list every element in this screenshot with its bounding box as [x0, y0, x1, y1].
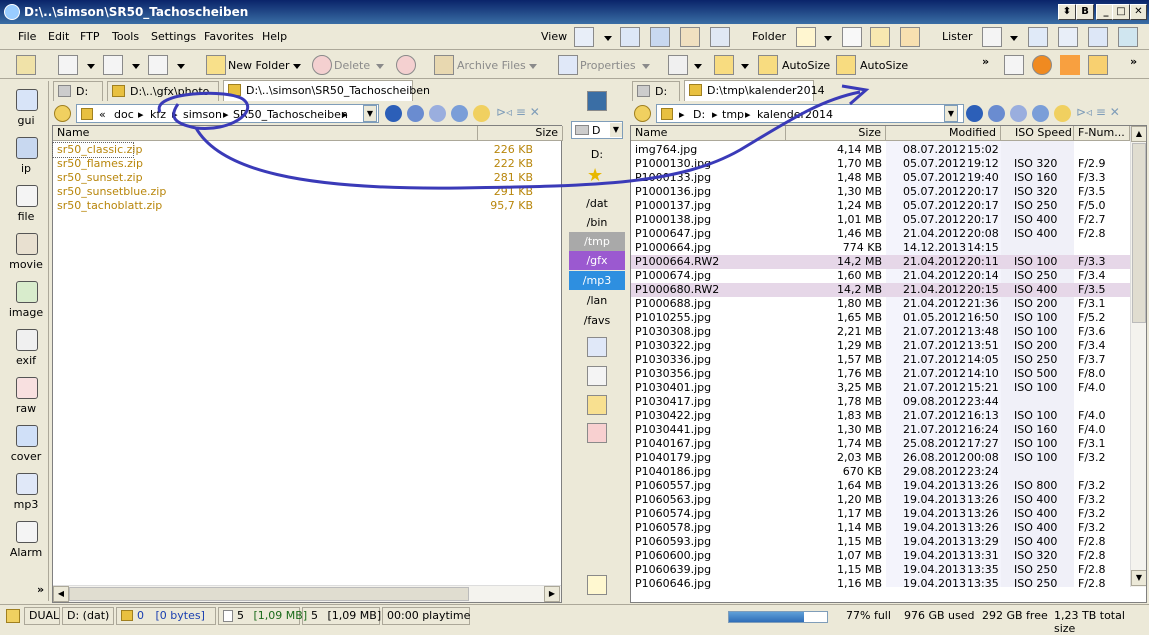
disk-usage-bar — [728, 611, 828, 623]
lock-icon[interactable] — [6, 609, 20, 623]
status-drive: D: (dat) — [62, 607, 114, 625]
status-bar: DUAL D: (dat) 0 [0 bytes] 5 [1,09 MB] 5 … — [0, 604, 1149, 635]
folder-icon — [121, 610, 133, 621]
status-total: 1,23 TB total size — [1054, 609, 1125, 635]
status-mode[interactable]: DUAL — [24, 607, 60, 625]
status-used: 976 GB used — [904, 609, 975, 622]
annotation-arrow-path — [194, 90, 861, 190]
status-selected: 5 [1,09 MB] — [302, 607, 381, 625]
annotation-circle — [157, 91, 250, 131]
status-playtime: 00:00 playtime — [382, 607, 470, 625]
status-files: 5 [1,09 MB] — [218, 607, 307, 625]
disk-usage-fill — [729, 612, 805, 622]
annotation-overlay — [157, 84, 870, 190]
status-free: 292 GB free — [982, 609, 1048, 622]
file-icon — [223, 610, 233, 622]
status-folders: 0 [0 bytes] — [116, 607, 216, 625]
status-full: 77% full — [846, 609, 891, 622]
